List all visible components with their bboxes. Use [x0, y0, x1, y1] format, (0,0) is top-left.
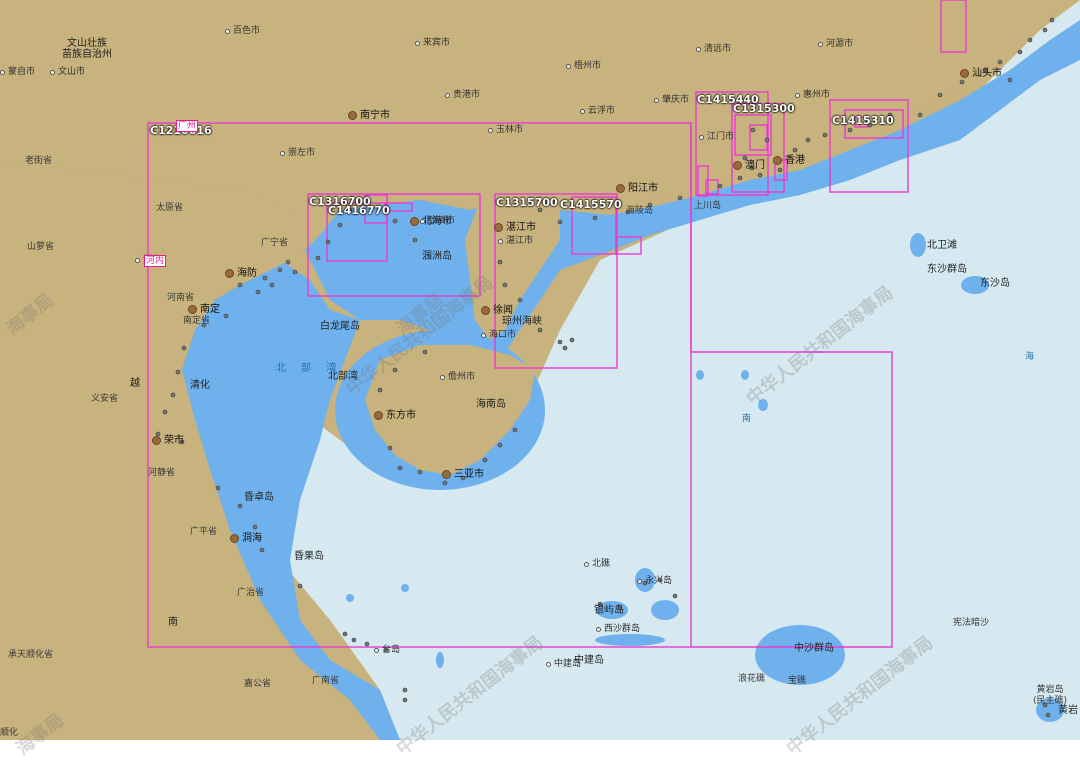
town-chongzuo: 崇左市	[280, 148, 315, 159]
town-qinzhou: 钦州市	[420, 216, 455, 227]
town-wuzhou: 梧州市	[566, 61, 601, 72]
label-chengtian: 承天顺化省	[8, 650, 54, 660]
city-donghai: 洞海	[230, 533, 262, 545]
reef-8	[224, 428, 232, 436]
label-guangning: 广宁省	[261, 238, 289, 248]
label-zhongjian-big: 中建岛	[574, 655, 604, 666]
label-chenggong: 嘉公省	[244, 679, 272, 689]
city-nanning: 南宁市	[348, 110, 390, 122]
label-wenshan-pref: 文山壮族 苗族自治州	[62, 38, 112, 60]
town-guigang: 贵港市	[445, 90, 480, 101]
town-danzhou: 儋州市	[440, 372, 475, 383]
label-yi-an: 义安省	[91, 394, 119, 404]
map-layers	[0, 0, 1080, 740]
label-changjiao: 昏卓岛	[244, 492, 274, 503]
city-macau: 澳门	[733, 160, 765, 172]
chart-id-c1415570[interactable]: C1415570	[560, 199, 622, 211]
town-zhaoqing: 肇庆市	[654, 95, 689, 106]
xisha-reef	[595, 634, 665, 646]
label-dongsha-dao: 东沙岛	[980, 278, 1010, 289]
label-baojiao: 宝礁	[788, 676, 807, 686]
town-qingyuan: 清远市	[696, 44, 731, 55]
label-hailing: 海陵岛	[626, 206, 654, 216]
city-sanya: 三亚市	[442, 469, 484, 481]
town-haikou: 海口市	[481, 330, 516, 341]
label-taiyuan: 太原省	[156, 203, 184, 213]
city-shantou: 汕头市	[960, 68, 1002, 80]
town-mengzi: 蒙自市	[0, 67, 35, 78]
town-laibin: 来宾市	[415, 38, 450, 49]
town-jiangmen: 江门市	[699, 132, 734, 143]
label-baolong: 白龙尾岛	[320, 321, 360, 332]
chart-id-c1315700[interactable]: C1315700	[496, 197, 558, 209]
xisha-islands-2	[651, 600, 679, 620]
label-chengshan: 昏果岛	[294, 551, 324, 562]
label-huangyan2: 黄岩	[1058, 705, 1078, 716]
chart-coverage-map[interactable]: 海事局 中华人民共和国海事局 中华人民共和国海事局 海事局 海事局 中华人民共和…	[0, 0, 1080, 760]
label-henan: 河南省	[167, 293, 195, 303]
town-yunfu: 云浮市	[580, 106, 615, 117]
city-nanding: 南定	[188, 304, 220, 316]
chart-id-c1415310[interactable]: C1415310	[832, 115, 894, 127]
label-laos-prov: 老街省	[25, 156, 53, 166]
marker-hanoi[interactable]: 河内	[144, 255, 167, 267]
label-nan-sea: 南	[742, 414, 752, 424]
label-beiwei: 北卫滩	[927, 240, 957, 251]
town-yulin: 玉林市	[488, 125, 523, 136]
label-langhua: 浪花礁	[738, 674, 766, 684]
town-huizhou: 惠州市	[795, 90, 830, 101]
label-hejing: 河静省	[148, 468, 176, 478]
label-hai: 海	[1025, 352, 1035, 362]
label-hainan: 海南岛	[476, 399, 506, 410]
city-dongfang: 东方市	[374, 410, 416, 422]
city-zhanjiang: 湛江市	[494, 222, 536, 234]
chart-id-c1315300[interactable]: C1315300	[733, 103, 795, 115]
town-xisha: 西沙群岛	[596, 624, 640, 635]
label-zhongsha: 中沙群岛	[794, 643, 834, 654]
city-rongshi: 荣市	[152, 435, 184, 447]
beiwei-bank	[910, 233, 926, 257]
reef-2	[741, 370, 749, 380]
label-guangzhi: 广治省	[237, 588, 265, 598]
label-nan: 南	[168, 617, 178, 628]
town-zhanjiang2: 湛江市	[498, 236, 533, 247]
label-huangyan: 黄岩岛 (民主礁)	[1033, 685, 1068, 706]
label-dongsha-qun: 东沙群岛	[927, 264, 967, 275]
city-yangjiang: 阳江市	[616, 183, 658, 195]
town-heyuan: 河源市	[818, 39, 853, 50]
label-guangping: 广平省	[190, 527, 218, 537]
label-weizhou: 涠洲岛	[422, 251, 452, 262]
marker-top[interactable]: 广州	[176, 120, 199, 132]
label-beibu-sea: 北 部 湾	[276, 363, 343, 374]
label-xianfa: 宪法暗沙	[953, 618, 990, 628]
reef-5	[436, 652, 444, 668]
chart-id-c1416770[interactable]: C1416770	[328, 205, 390, 217]
town-wenshan: 文山市	[50, 67, 85, 78]
label-shangchuan: 上川岛	[694, 201, 722, 211]
city-hongkong: 香港	[773, 155, 805, 167]
label-guangnan: 广南省	[312, 676, 340, 686]
city-haifang: 海防	[225, 268, 257, 280]
label-nanding-prov: 南定省	[183, 316, 211, 326]
reef-6	[401, 584, 409, 592]
label-yinzhu: 银屿岛	[594, 605, 624, 616]
label-shanluo: 山萝省	[27, 242, 55, 252]
town-beijiao: 北礁	[584, 559, 610, 570]
label-qingfu: 清化	[190, 380, 210, 391]
town-danang: 台岛	[374, 645, 400, 656]
town-baise: 百色市	[225, 26, 260, 37]
reef-3	[696, 370, 704, 380]
label-hue: 顺化	[0, 728, 19, 738]
town-yongxing: 永兴岛	[637, 576, 672, 587]
reef-7	[346, 594, 354, 602]
reef-9	[994, 82, 1006, 94]
label-yue: 越	[130, 378, 140, 389]
label-qiongzhou: 琼州海峡	[502, 316, 542, 327]
